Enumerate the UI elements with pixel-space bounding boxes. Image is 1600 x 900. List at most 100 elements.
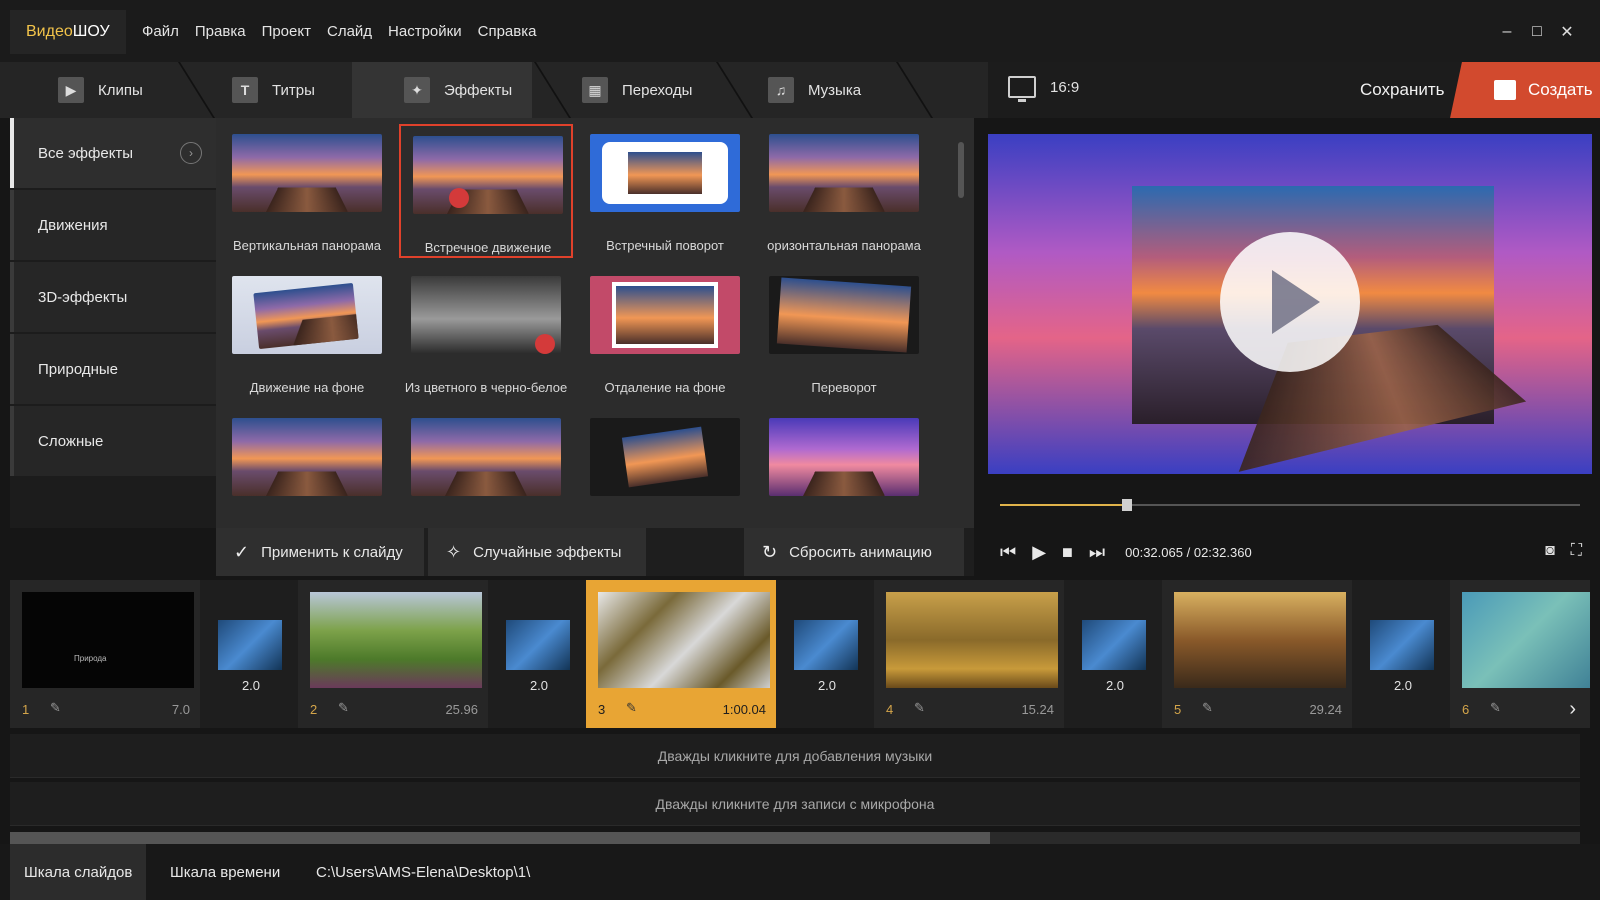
transition-duration: 2.0	[241, 678, 261, 693]
effect-item[interactable]: Встречный поворот	[578, 124, 752, 258]
slide-item[interactable]: Природа 1 ✎ 7.0	[10, 580, 200, 728]
transition-item[interactable]: 2.0	[490, 580, 588, 728]
effects-scrollbar[interactable]	[950, 118, 974, 528]
slide-number: 6	[1462, 702, 1470, 717]
slide-thumbnail	[310, 592, 482, 688]
random-effects-button[interactable]: ✧ Случайные эффекты	[428, 528, 646, 576]
tab-clips[interactable]: ▶ Клипы	[0, 62, 176, 118]
effect-item-selected[interactable]: Встречное движение	[399, 124, 573, 258]
microphone-track[interactable]: Дважды кликните для записи с микрофона	[10, 782, 1580, 826]
effect-item[interactable]: Вертикальная панорама	[220, 124, 394, 258]
slide-duration: 7.0	[171, 702, 190, 717]
seek-bar[interactable]	[1000, 499, 1580, 511]
fullscreen-icon[interactable]: ⛶	[1571, 542, 1582, 560]
tab-transitions[interactable]: ▦ Переходы	[532, 62, 714, 118]
tab-music[interactable]: ♫ Музыка	[714, 62, 894, 118]
close-button[interactable]: ✕	[1552, 18, 1582, 46]
create-label: Создать	[1528, 80, 1593, 99]
category-motion[interactable]: Движения	[10, 190, 216, 260]
aspect-ratio-selector[interactable]: 16:9	[1008, 76, 1079, 102]
tab-slide-scale[interactable]: Шкала слайдов	[10, 844, 147, 900]
transition-item[interactable]: 2.0	[778, 580, 876, 728]
transition-item[interactable]: 2.0	[1066, 580, 1164, 728]
reset-animation-button[interactable]: ↻ Сбросить анимацию	[744, 528, 964, 576]
window-controls: – □ ✕	[1492, 18, 1582, 46]
stop-icon[interactable]: ■	[1062, 542, 1073, 563]
minimize-button[interactable]: –	[1492, 18, 1522, 46]
effect-item[interactable]: Из цветного в черно-белое	[399, 266, 573, 400]
category-all-effects[interactable]: Все эффекты ›	[10, 118, 216, 188]
play-overlay-button[interactable]	[1220, 232, 1360, 372]
slide-item-active[interactable]: 3 ✎ 1:00.04	[586, 580, 776, 728]
output-toolbar: 16:9 Сохранить Создать	[988, 62, 1600, 118]
transition-icon: ▦	[582, 77, 608, 103]
pencil-icon[interactable]: ✎	[338, 700, 349, 716]
menu-project[interactable]: Проект	[262, 23, 311, 40]
slide-duration: 15.24	[1021, 702, 1054, 717]
snapshot-icon[interactable]: ◙	[1545, 542, 1555, 560]
effect-item[interactable]	[220, 408, 394, 528]
menu-settings[interactable]: Настройки	[388, 23, 462, 40]
tab-titles[interactable]: T Титры	[176, 62, 352, 118]
seek-handle[interactable]	[1121, 499, 1132, 511]
reset-label: Сбросить анимацию	[789, 543, 932, 561]
app-logo: Видео ШОУ	[10, 10, 126, 54]
apply-label: Применить к слайду	[261, 543, 403, 561]
category-3d[interactable]: 3D-эффекты	[10, 262, 216, 332]
tab-time-scale[interactable]: Шкала времени	[156, 844, 294, 900]
status-bar: Шкала слайдов Шкала времени C:\Users\AMS…	[0, 844, 1600, 900]
slide-item[interactable]: 4 ✎ 15.24	[874, 580, 1064, 728]
scrollbar-thumb[interactable]	[958, 142, 964, 198]
maximize-button[interactable]: □	[1522, 18, 1552, 46]
category-complex[interactable]: Сложные	[10, 406, 216, 476]
camera-icon	[1494, 80, 1516, 100]
effect-item[interactable]	[757, 408, 931, 528]
skip-forward-icon[interactable]: ⏭	[1089, 542, 1105, 563]
pencil-icon[interactable]: ✎	[1490, 700, 1501, 716]
effect-item[interactable]	[578, 408, 752, 528]
slide-thumbnail: Природа	[22, 592, 194, 688]
playback-controls: ⏮ ▶ ■ ⏭ 00:32.065 / 02:32.360 ◙ ⛶	[988, 528, 1600, 576]
transition-thumbnail	[794, 620, 858, 670]
effect-item[interactable]: Отдаление на фоне	[578, 266, 752, 400]
category-label: Движения	[38, 216, 108, 234]
transition-item[interactable]: 2.0	[202, 580, 300, 728]
menu-help[interactable]: Справка	[478, 23, 537, 40]
pencil-icon[interactable]: ✎	[50, 700, 61, 716]
music-track[interactable]: Дважды кликните для добавления музыки	[10, 734, 1580, 778]
slide-item[interactable]: 5 ✎ 29.24	[1162, 580, 1352, 728]
menu-file[interactable]: Файл	[142, 23, 179, 40]
menu-slide[interactable]: Слайд	[327, 23, 372, 40]
save-button[interactable]: Сохранить	[1360, 80, 1444, 100]
main-tabs: ▶ Клипы T Титры ✦ Эффекты ▦ Переходы ♫ М…	[0, 62, 988, 118]
transition-thumbnail	[506, 620, 570, 670]
magic-wand-icon: ✧	[446, 541, 462, 562]
apply-to-slide-button[interactable]: ✓ Применить к слайду	[216, 528, 424, 576]
slide-strip: Природа 1 ✎ 7.0 2.0 2 ✎ 25.96 2.0 3 ✎ 1:…	[10, 580, 1590, 728]
pencil-icon[interactable]: ✎	[914, 700, 925, 716]
play-icon[interactable]: ▶	[1032, 542, 1046, 563]
title-bar: Видео ШОУ Файл Правка Проект Слайд Настро…	[0, 0, 1600, 62]
tab-effects[interactable]: ✦ Эффекты	[352, 62, 532, 118]
category-nature[interactable]: Природные	[10, 334, 216, 404]
scrollbar-thumb[interactable]	[10, 832, 990, 844]
transition-item[interactable]: 2.0	[1354, 580, 1452, 728]
pencil-icon[interactable]: ✎	[1202, 700, 1213, 716]
chevron-right-icon[interactable]: ›	[1569, 698, 1576, 721]
effect-label: Из цветного в черно-белое	[404, 380, 568, 395]
skip-back-icon[interactable]: ⏮	[1000, 542, 1016, 563]
mic-hint: Дважды кликните для записи с микрофона	[655, 796, 935, 812]
menu-edit[interactable]: Правка	[195, 23, 246, 40]
create-button[interactable]: Создать	[1468, 62, 1600, 118]
pencil-icon[interactable]: ✎	[626, 700, 637, 716]
effect-item[interactable]: Движение на фоне	[220, 266, 394, 400]
timeline-scrollbar[interactable]	[10, 832, 1580, 844]
slide-item[interactable]: 2 ✎ 25.96	[298, 580, 488, 728]
effect-item[interactable]	[399, 408, 573, 528]
effect-label: Переворот	[811, 380, 877, 395]
preview-window[interactable]	[988, 134, 1592, 474]
slide-thumbnail	[598, 592, 770, 688]
slide-duration: 25.96	[445, 702, 478, 717]
effect-item[interactable]: Переворот	[757, 266, 931, 400]
effect-item[interactable]: оризонтальная панорама	[757, 124, 931, 258]
